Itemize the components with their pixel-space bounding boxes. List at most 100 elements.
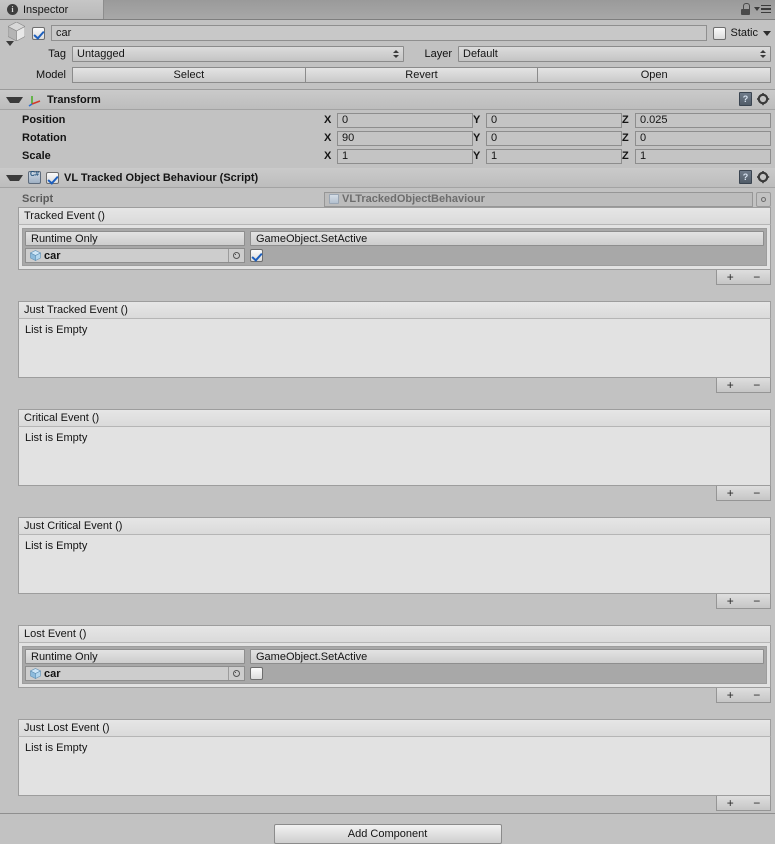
- event-list-add-remove-buttons[interactable]: + −: [716, 594, 771, 609]
- event-title[interactable]: Just Lost Event (): [18, 719, 771, 736]
- event-bool-argument-checkbox[interactable]: [250, 667, 263, 680]
- scale-x-input[interactable]: 1: [337, 148, 473, 164]
- event-add-button[interactable]: +: [727, 688, 734, 702]
- event-remove-button[interactable]: −: [753, 688, 760, 702]
- script-picker-button[interactable]: [756, 191, 771, 207]
- prefab-dropdown-arrow-icon[interactable]: [6, 41, 14, 46]
- event-remove-button[interactable]: −: [753, 270, 760, 284]
- transform-rotation-label: Rotation: [22, 132, 67, 144]
- transform-foldout-arrow-icon[interactable]: [6, 96, 23, 103]
- event-add-button[interactable]: +: [727, 378, 734, 392]
- transform-component-header[interactable]: Transform ?: [0, 90, 775, 110]
- event-list-add-remove-buttons[interactable]: + −: [716, 270, 771, 285]
- static-checkbox[interactable]: [713, 26, 727, 40]
- object-picker-icon[interactable]: [228, 249, 244, 262]
- model-select-button[interactable]: Select: [72, 67, 306, 83]
- lock-icon[interactable]: [741, 3, 750, 15]
- tag-dropdown[interactable]: Untagged: [72, 46, 404, 62]
- event-add-button[interactable]: +: [727, 270, 734, 284]
- script-header-icons: ?: [739, 170, 770, 184]
- script-foldout-arrow-icon[interactable]: [6, 174, 23, 181]
- object-picker-icon[interactable]: [228, 667, 244, 680]
- static-dropdown-arrow-icon[interactable]: [763, 30, 771, 36]
- add-component-footer: Add Component: [0, 813, 775, 844]
- event-function-value: GameObject.SetActive: [256, 232, 368, 245]
- event-listener-mode-dropdown[interactable]: Runtime Only: [25, 649, 245, 664]
- script-enabled-checkbox[interactable]: [46, 171, 59, 184]
- script-object-field[interactable]: VLTrackedObjectBehaviour: [324, 191, 753, 207]
- tab-inspector[interactable]: i Inspector: [0, 0, 104, 19]
- gear-icon[interactable]: [757, 170, 770, 184]
- scale-z-input[interactable]: 1: [635, 148, 771, 164]
- event-list-add-remove-buttons[interactable]: + −: [716, 796, 771, 811]
- event-title[interactable]: Critical Event (): [18, 409, 771, 426]
- event-title[interactable]: Just Critical Event (): [18, 517, 771, 534]
- position-y-value: 0: [491, 114, 498, 126]
- event-function-dropdown[interactable]: GameObject.SetActive: [250, 649, 764, 664]
- event-add-button[interactable]: +: [727, 796, 734, 810]
- hamburger-menu-icon[interactable]: [754, 4, 771, 14]
- event-body: List is Empty: [18, 426, 771, 486]
- event-list-footer: + −: [18, 688, 771, 705]
- model-revert-label: Revert: [405, 69, 438, 81]
- position-z-input[interactable]: 0.025: [635, 112, 771, 128]
- event-remove-button[interactable]: −: [753, 486, 760, 500]
- prefab-cube-icon[interactable]: [4, 20, 30, 46]
- script-reference-row: Script VLTrackedObjectBehaviour: [4, 191, 771, 207]
- gameobject-enabled-checkbox[interactable]: [32, 26, 45, 40]
- event-block: Just Critical Event () List is Empty: [18, 517, 771, 594]
- event-block: Critical Event () List is Empty: [18, 409, 771, 486]
- event-list-add-remove-buttons[interactable]: + −: [716, 378, 771, 393]
- event-call-bottom: car: [25, 666, 764, 681]
- gear-icon[interactable]: [757, 92, 770, 106]
- event-remove-button[interactable]: −: [753, 378, 760, 392]
- event-list-add-remove-buttons[interactable]: + −: [716, 486, 771, 501]
- event-remove-button[interactable]: −: [753, 796, 760, 810]
- event-target-object-field[interactable]: car: [25, 666, 245, 681]
- event-title[interactable]: Lost Event (): [18, 625, 771, 642]
- transform-header-icons: ?: [739, 92, 770, 106]
- event-list-footer: + −: [18, 486, 771, 503]
- help-icon[interactable]: ?: [739, 170, 752, 184]
- model-row: Model Select Revert Open: [4, 66, 772, 84]
- position-y-input[interactable]: 0: [486, 112, 622, 128]
- position-z-value: 0.025: [640, 114, 668, 126]
- script-asset-icon: [329, 194, 339, 204]
- event-empty-filler: [22, 552, 767, 590]
- event-bool-argument-checkbox[interactable]: [250, 249, 263, 262]
- event-remove-button[interactable]: −: [753, 594, 760, 608]
- gameobject-name-row: car Static: [4, 22, 771, 46]
- script-component-header[interactable]: VL Tracked Object Behaviour (Script) ?: [0, 168, 775, 188]
- event-listener-mode-dropdown[interactable]: Runtime Only: [25, 231, 245, 246]
- event-block: Just Tracked Event () List is Empty: [18, 301, 771, 378]
- event-function-dropdown[interactable]: GameObject.SetActive: [250, 231, 764, 246]
- position-x-input[interactable]: 0: [337, 112, 473, 128]
- event-title[interactable]: Just Tracked Event (): [18, 301, 771, 318]
- scale-y-input[interactable]: 1: [486, 148, 622, 164]
- rotation-x-input[interactable]: 90: [337, 130, 473, 146]
- add-component-button[interactable]: Add Component: [273, 824, 502, 844]
- axis-label-x: X: [324, 132, 332, 144]
- rotation-y-input[interactable]: 0: [486, 130, 622, 146]
- help-icon[interactable]: ?: [739, 92, 752, 106]
- event-call-top: Runtime Only GameObject.SetActive: [25, 231, 764, 246]
- unity-events-container: Tracked Event () Runtime Only GameObject.S…: [0, 207, 775, 813]
- gameobject-name-value: car: [56, 27, 72, 39]
- layer-dropdown[interactable]: Default: [458, 46, 771, 62]
- event-target-object-value: car: [44, 249, 61, 262]
- event-function-value: GameObject.SetActive: [256, 650, 368, 663]
- cube-icon: [30, 668, 41, 679]
- event-target-object-field[interactable]: car: [25, 248, 245, 263]
- event-title[interactable]: Tracked Event (): [18, 207, 771, 224]
- position-z: Z 0.025: [622, 112, 771, 128]
- event-list-add-remove-buttons[interactable]: + −: [716, 688, 771, 703]
- event-add-button[interactable]: +: [727, 594, 734, 608]
- static-control[interactable]: Static: [713, 26, 771, 40]
- model-open-button[interactable]: Open: [538, 67, 772, 83]
- event-add-button[interactable]: +: [727, 486, 734, 500]
- event-listener-mode-value: Runtime Only: [31, 650, 98, 663]
- model-revert-button[interactable]: Revert: [305, 67, 539, 83]
- gameobject-name-input[interactable]: car: [51, 25, 708, 41]
- rotation-z-input[interactable]: 0: [635, 130, 771, 146]
- gameobject-header: car Static Tag Untagged Layer Default Mo…: [0, 20, 775, 90]
